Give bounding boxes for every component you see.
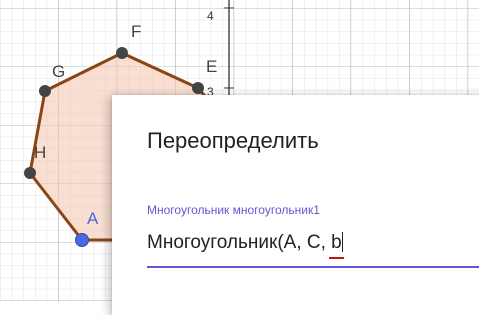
definition-field-label: Многоугольник многоугольник1 <box>147 203 320 217</box>
point-label-a: A <box>87 209 99 228</box>
point-e[interactable] <box>192 82 204 94</box>
definition-input-text: Многоугольник(A, C, <box>147 232 332 253</box>
error-token: b <box>331 232 342 253</box>
y-tick-label-4: 4 <box>207 9 214 23</box>
point-label-e: E <box>206 57 217 76</box>
dialog-title: Переопределить <box>147 128 319 153</box>
definition-input[interactable]: Многоугольник(A, C, b <box>147 228 479 268</box>
redefine-dialog: Переопределить Многоугольник многоугольн… <box>112 95 479 315</box>
point-h[interactable] <box>24 167 36 179</box>
point-label-h: H <box>34 143 46 162</box>
point-label-f: F <box>131 22 141 41</box>
point-label-g: G <box>52 62 65 81</box>
definition-input-value[interactable]: Многоугольник(A, C, b <box>147 232 343 254</box>
point-a[interactable] <box>75 233 89 247</box>
point-f[interactable] <box>116 47 128 59</box>
point-g[interactable] <box>39 85 51 97</box>
